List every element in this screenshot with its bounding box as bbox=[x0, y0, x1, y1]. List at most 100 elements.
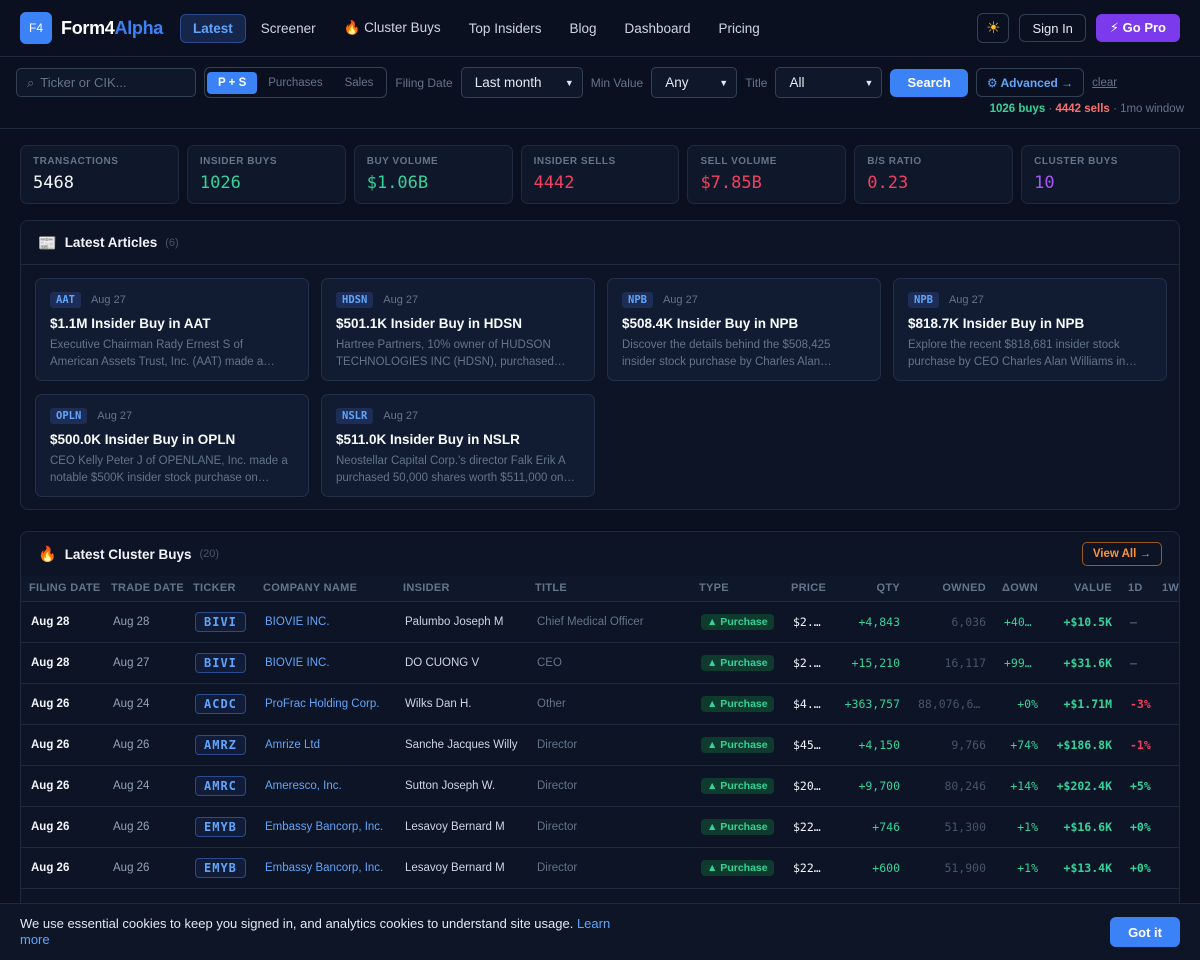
nav-top-insiders[interactable]: Top Insiders bbox=[456, 14, 555, 43]
article-title[interactable]: $1.1M Insider Buy in AAT bbox=[50, 316, 294, 331]
insider-cell[interactable]: Sutton Joseph W. bbox=[395, 765, 527, 806]
filing-date-cell: Aug 26 bbox=[31, 779, 70, 792]
column-header[interactable]: 1D bbox=[1120, 576, 1154, 602]
article-title[interactable]: $501.1K Insider Buy in HDSN bbox=[336, 316, 580, 331]
delta-own-cell: +1% bbox=[1017, 860, 1038, 875]
stat-card: Cluster Buys 10 bbox=[1021, 145, 1181, 204]
search-box[interactable]: ⌕ bbox=[16, 68, 196, 97]
company-link[interactable]: BIOVIE INC. bbox=[255, 601, 395, 642]
ticker-badge[interactable]: OPLN bbox=[50, 408, 88, 424]
table-row[interactable]: Aug 26 Aug 24 ACDC ProFrac Holding Corp. Wil… bbox=[21, 683, 1179, 724]
insider-cell[interactable]: DO CUONG V bbox=[395, 642, 527, 683]
column-header[interactable]: Ticker bbox=[185, 576, 255, 602]
value-cell: +$31.6K bbox=[1063, 655, 1112, 670]
column-header[interactable]: Company Name bbox=[255, 576, 395, 602]
ticker-badge[interactable]: AAT bbox=[50, 292, 81, 308]
price-cell: $20.87 bbox=[793, 778, 833, 793]
ticker-badge[interactable]: NSLR bbox=[336, 408, 374, 424]
insider-cell[interactable]: Lesavoy Bernard M bbox=[395, 806, 527, 847]
table-row[interactable]: Aug 26 Aug 26 EMYB Embassy Bancorp, Inc. Les… bbox=[21, 806, 1179, 847]
insider-cell[interactable]: Wilks Dan H. bbox=[395, 683, 527, 724]
table-row[interactable]: Aug 26 Aug 26 EMYB Embassy Bancorp, Inc. Les… bbox=[21, 847, 1179, 888]
ticker-badge[interactable]: EMYB bbox=[195, 857, 246, 878]
filing-date-cell: Aug 28 bbox=[31, 656, 70, 669]
nav-blog[interactable]: Blog bbox=[556, 14, 609, 43]
segment-p-s[interactable]: P + S bbox=[207, 71, 258, 94]
company-link[interactable]: ProFrac Holding Corp. bbox=[255, 683, 395, 724]
filing-date-select[interactable]: Last month ▼ bbox=[460, 67, 583, 98]
article-card[interactable]: NSLR Aug 27 $511.0K Insider Buy in NSLR Neo… bbox=[321, 394, 595, 497]
article-card[interactable]: NPB Aug 27 $508.4K Insider Buy in NPB Disco… bbox=[607, 278, 881, 381]
article-description: CEO Kelly Peter J of OPENLANE, Inc. made… bbox=[50, 455, 288, 484]
company-link[interactable]: Ameresco, Inc. bbox=[255, 765, 395, 806]
column-header[interactable]: Owned bbox=[908, 576, 994, 602]
search-button[interactable]: Search bbox=[890, 68, 968, 97]
column-header[interactable]: ΔOwn bbox=[994, 576, 1046, 602]
nav-screener[interactable]: Screener bbox=[248, 14, 329, 43]
company-link[interactable]: BIOVIE INC. bbox=[255, 642, 395, 683]
article-title[interactable]: $511.0K Insider Buy in NSLR bbox=[336, 432, 580, 447]
article-card[interactable]: AAT Aug 27 $1.1M Insider Buy in AAT Executi… bbox=[35, 278, 309, 381]
column-header[interactable]: Trade Date bbox=[103, 576, 185, 602]
logo[interactable]: F4 Form4Alpha bbox=[20, 12, 163, 44]
got-it-button[interactable]: Got it bbox=[1110, 917, 1180, 947]
ticker-badge[interactable]: BIVI bbox=[195, 652, 246, 673]
company-link[interactable]: Amrize Ltd bbox=[255, 724, 395, 765]
theme-toggle-button[interactable]: ☀ bbox=[977, 13, 1010, 43]
nav-dashboard[interactable]: Dashboard bbox=[612, 14, 704, 43]
ticker-badge[interactable]: HDSN bbox=[336, 292, 374, 308]
go-pro-button[interactable]: ⚡ Go Pro bbox=[1095, 14, 1180, 42]
sign-in-button[interactable]: Sign In bbox=[1019, 14, 1086, 42]
advanced-button[interactable]: ⚙ Advanced → bbox=[975, 68, 1085, 97]
column-header[interactable]: Filing Date bbox=[21, 576, 103, 602]
table-row[interactable]: Aug 26 Aug 26 AMRZ Amrize Ltd Sanche Jacques… bbox=[21, 724, 1179, 765]
ticker-cell: BIVI bbox=[185, 601, 255, 642]
title-label: Title bbox=[745, 75, 768, 90]
search-input[interactable] bbox=[40, 75, 181, 90]
column-header[interactable]: Value bbox=[1046, 576, 1120, 602]
column-header[interactable]: Price bbox=[783, 576, 833, 602]
summary-separator: · bbox=[1048, 103, 1053, 115]
article-title[interactable]: $508.4K Insider Buy in NPB bbox=[622, 316, 866, 331]
article-title[interactable]: $818.7K Insider Buy in NPB bbox=[908, 316, 1152, 331]
insider-cell[interactable]: Palumbo Joseph M bbox=[395, 601, 527, 642]
price-cell: $2.08 bbox=[793, 655, 828, 670]
nav-pricing[interactable]: Pricing bbox=[706, 14, 773, 43]
column-header[interactable]: Insider bbox=[395, 576, 527, 602]
ticker-badge[interactable]: NPB bbox=[622, 292, 653, 308]
segment-sales[interactable]: Sales bbox=[334, 72, 385, 94]
one-week-cell bbox=[1154, 724, 1179, 765]
insider-cell[interactable]: Sanche Jacques Willy bbox=[395, 724, 527, 765]
column-header[interactable]: 1W bbox=[1154, 576, 1179, 602]
article-title[interactable]: $500.0K Insider Buy in OPLN bbox=[50, 432, 294, 447]
column-header[interactable]: Type bbox=[691, 576, 783, 602]
table-row[interactable]: Aug 28 Aug 28 BIVI BIOVIE INC. Palumbo Josep… bbox=[21, 601, 1179, 642]
nav-latest[interactable]: Latest bbox=[180, 13, 246, 43]
column-header[interactable]: Qty bbox=[833, 576, 908, 602]
insider-cell[interactable]: Lesavoy Bernard M bbox=[395, 847, 527, 888]
trade-date-cell: Aug 28 bbox=[113, 615, 150, 628]
ticker-badge[interactable]: NPB bbox=[908, 292, 939, 308]
segment-purchases[interactable]: Purchases bbox=[257, 72, 333, 94]
ticker-badge[interactable]: AMRC bbox=[195, 775, 246, 796]
column-header[interactable]: Title bbox=[527, 576, 691, 602]
min-value-select[interactable]: Any ▼ bbox=[651, 67, 738, 98]
ticker-badge[interactable]: BIVI bbox=[195, 611, 246, 632]
table-row[interactable]: Aug 28 Aug 27 BIVI BIOVIE INC. DO CUONG V CEO… bbox=[21, 642, 1179, 683]
article-card[interactable]: HDSN Aug 27 $501.1K Insider Buy in HDSN Har… bbox=[321, 278, 595, 381]
nav-cluster-buys[interactable]: 🔥 Cluster Buys bbox=[331, 13, 454, 43]
title-select[interactable]: All ▼ bbox=[775, 67, 883, 98]
article-card[interactable]: OPLN Aug 27 $500.0K Insider Buy in OPLN CEO… bbox=[35, 394, 309, 497]
company-link[interactable]: Embassy Bancorp, Inc. bbox=[255, 847, 395, 888]
clear-link[interactable]: clear bbox=[1092, 77, 1117, 89]
ticker-badge[interactable]: ACDC bbox=[195, 693, 246, 714]
ticker-badge[interactable]: AMRZ bbox=[195, 734, 246, 755]
view-all-button[interactable]: View All → bbox=[1081, 542, 1162, 566]
article-card[interactable]: NPB Aug 27 $818.7K Insider Buy in NPB Explo… bbox=[893, 278, 1167, 381]
ticker-badge[interactable]: EMYB bbox=[195, 816, 246, 837]
stat-label: Insider Sells bbox=[533, 156, 616, 167]
top-nav: F4 Form4Alpha Latest Screener 🔥 Cluster … bbox=[0, 0, 1200, 57]
purchase-badge: ▲ Purchase bbox=[701, 736, 774, 753]
company-link[interactable]: Embassy Bancorp, Inc. bbox=[255, 806, 395, 847]
table-row[interactable]: Aug 26 Aug 24 AMRC Ameresco, Inc. Sutton Jos… bbox=[21, 765, 1179, 806]
